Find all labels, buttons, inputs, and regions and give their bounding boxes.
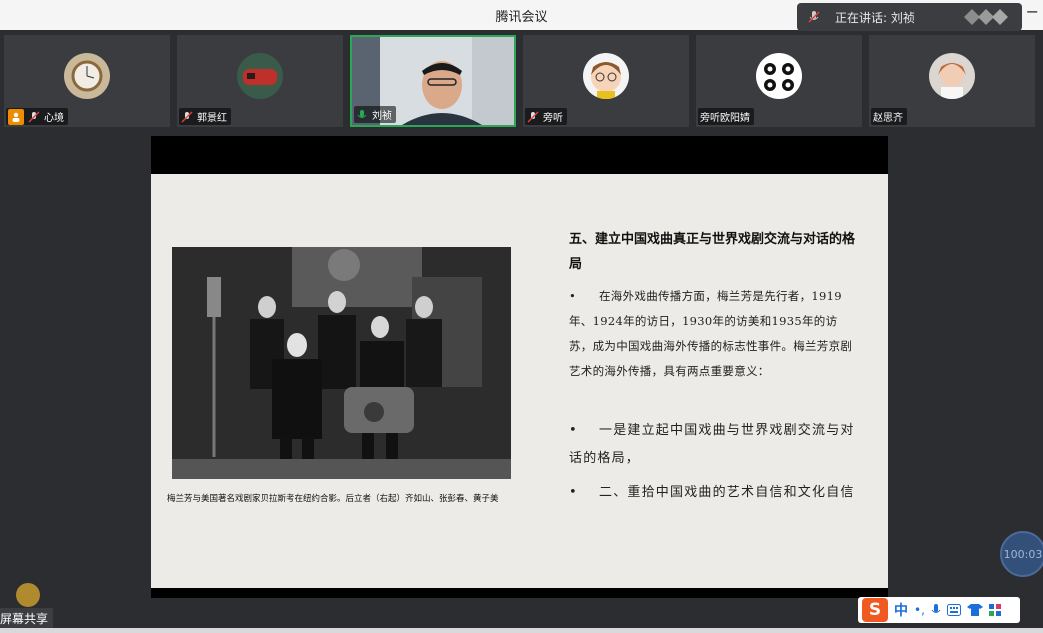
voice-input-icon[interactable] [931,603,941,617]
presenter-cursor-icon [16,583,40,607]
network-signal-icon [964,9,1008,25]
shared-screen: 梅兰芳与美国著名戏剧家贝拉斯考在纽约合影。后立者（右起）齐如山、张彭春、黄子美 … [151,136,888,598]
participant-namebar: 心境 [6,108,68,125]
slide-paragraph: • 在海外戏曲传播方面，梅兰芳是先行者，1919年、1924年的访日，1930年的… [569,284,859,384]
bullet: • [569,485,578,500]
avatar [237,53,283,99]
skin-icon[interactable] [966,604,983,616]
avatar [929,53,975,99]
ime-language-toggle[interactable]: 中 [894,600,908,620]
participant-tile[interactable]: 赵思齐 [869,35,1035,127]
participant-name: 心境 [44,113,64,124]
participant-namebar: 刘祯 [354,106,396,123]
presentation-slide: 梅兰芳与美国著名戏剧家贝拉斯考在纽约合影。后立者（右起）齐如山、张彭春、黄子美 … [151,174,888,588]
participant-namebar: 旁听欧阳婧 [698,108,754,125]
participant-namebar: 旁听 [525,108,567,125]
slide-heading: 五、建立中国戏曲真正与世界戏剧交流与对话的格局 [569,232,856,272]
host-icon [8,108,24,125]
mic-active-icon [357,109,367,118]
mic-muted-icon [808,11,820,23]
photo-caption: 梅兰芳与美国著名戏剧家贝拉斯考在纽约合影。后立者（右起）齐如山、张彭春、黄子美 [167,494,499,504]
participant-tile[interactable]: 心境 [4,35,170,127]
punctuation-icon[interactable]: •, [914,603,925,617]
participant-tile[interactable]: 旁听 [523,35,689,127]
participant-namebar: 郭景红 [179,108,231,125]
participant-namebar: 赵思齐 [871,108,907,125]
screen-share-label: 屏幕共享 [0,608,54,628]
video-strip: 心境 郭景红 刘祯 旁听 旁听欧阳婧 赵思齐 [0,33,1043,131]
participant-tile[interactable]: 旁听欧阳婧 [696,35,862,127]
participant-tile[interactable]: 郭景红 [177,35,343,127]
keyboard-icon[interactable] [946,604,961,616]
slide-paragraph: • 二、重拾中国戏曲的艺术自信和文化自信 [569,479,859,507]
participant-name: 旁听欧阳婧 [700,113,750,124]
ime-toolbar[interactable]: S 中 •, [858,597,1020,623]
bullet: • [569,423,578,438]
speaking-indicator: 正在讲话: 刘祯 [797,3,1022,31]
avatar [756,53,802,99]
bullet: • [569,289,577,303]
participant-name: 郭景红 [197,113,227,124]
toolbox-icon[interactable] [988,604,1001,616]
historical-photo [172,247,511,479]
mic-muted-icon [527,111,539,122]
minimize-button[interactable]: − [1026,2,1039,21]
participant-name: 旁听 [543,113,563,124]
meeting-timer[interactable]: 100:03 [1000,531,1043,577]
participant-name: 赵思齐 [873,113,903,124]
avatar [583,53,629,99]
mic-muted-icon [181,111,193,122]
participant-name: 刘祯 [372,111,392,122]
taskbar-edge [0,628,1043,633]
mic-muted-icon [28,111,40,122]
speaking-text: 正在讲话: 刘祯 [835,10,915,25]
avatar [64,53,110,99]
slide-paragraph: • 一是建立起中国戏曲与世界戏剧交流与对话的格局， [569,417,859,473]
participant-tile-active[interactable]: 刘祯 [350,35,516,127]
sogou-logo-icon[interactable]: S [862,598,888,622]
